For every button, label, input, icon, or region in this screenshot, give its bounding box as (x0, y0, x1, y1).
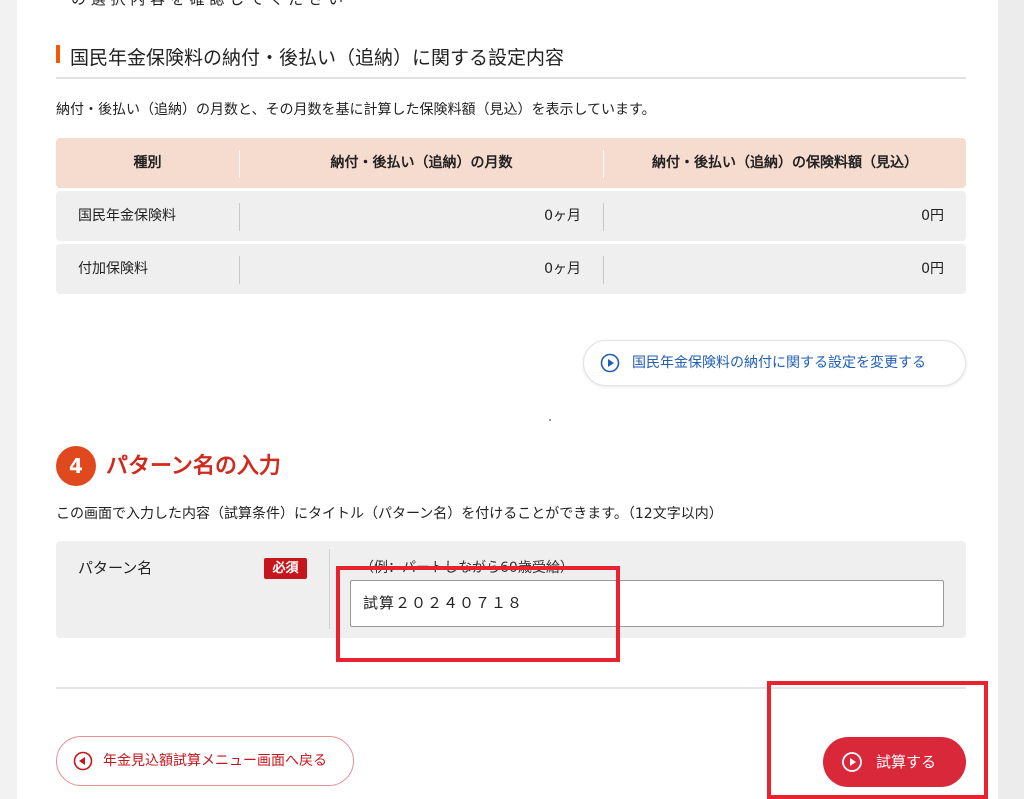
back-to-menu-label: 年金見込額試算メニュー画面へ戻る (103, 753, 327, 769)
partial-top-text: の 選 択 内 容 を 確 認 し て く だ さ い (56, 0, 343, 9)
row-months: 0ヶ月 (544, 208, 581, 224)
row-type: 国民年金保険料 (78, 208, 176, 224)
back-circle-icon (73, 751, 93, 771)
row-amount: 0円 (921, 208, 944, 224)
header-amount: 納付・後払い（追納）の保険料額（見込） (652, 155, 918, 171)
step-description: この画面で入力した内容（試算条件）にタイトル（パターン名）を付けることができます… (56, 506, 723, 522)
row-type: 付加保険料 (78, 261, 148, 277)
header-months: 納付・後払い（追納）の月数 (330, 155, 513, 171)
payment-summary-table: 種別 納付・後払い（追納）の月数 納付・後払い（追納）の保険料額（見込） 国民年… (56, 138, 966, 297)
section-title-text: 国民年金保険料の納付・後払い（追納）に関する設定内容 (70, 47, 565, 69)
highlight-box-input (336, 566, 620, 662)
step-number-badge: 4 (56, 446, 96, 486)
page-scrollbar[interactable] (998, 0, 1024, 799)
table-header-row: 種別 納付・後払い（追納）の月数 納付・後払い（追納）の保険料額（見込） (56, 138, 966, 188)
section-title: 国民年金保険料の納付・後払い（追納）に関する設定内容 (56, 43, 966, 79)
change-payment-settings-label: 国民年金保険料の納付に関する設定を変更する (632, 355, 926, 371)
change-payment-settings-button[interactable]: 国民年金保険料の納付に関する設定を変更する (583, 340, 966, 386)
step-title: パターン名の入力 (106, 454, 281, 479)
table-row: 付加保険料 0ヶ月 0円 (56, 244, 966, 294)
highlight-box-calculate (767, 681, 988, 799)
content-panel (17, 0, 998, 799)
table-row: 国民年金保険料 0ヶ月 0円 (56, 191, 966, 241)
form-divider (329, 549, 330, 629)
back-to-menu-button[interactable]: 年金見込額試算メニュー画面へ戻る (56, 736, 354, 786)
header-type: 種別 (133, 155, 162, 171)
play-circle-icon (600, 353, 620, 373)
row-amount: 0円 (921, 261, 944, 277)
required-badge: 必須 (264, 558, 307, 579)
stray-dot (549, 419, 551, 421)
row-months: 0ヶ月 (544, 261, 581, 277)
section-description: 納付・後払い（追納）の月数と、その月数を基に計算した保険料額（見込）を表示してい… (56, 102, 656, 118)
pattern-name-label: パターン名 (78, 559, 153, 577)
section-title-bar (56, 45, 60, 63)
